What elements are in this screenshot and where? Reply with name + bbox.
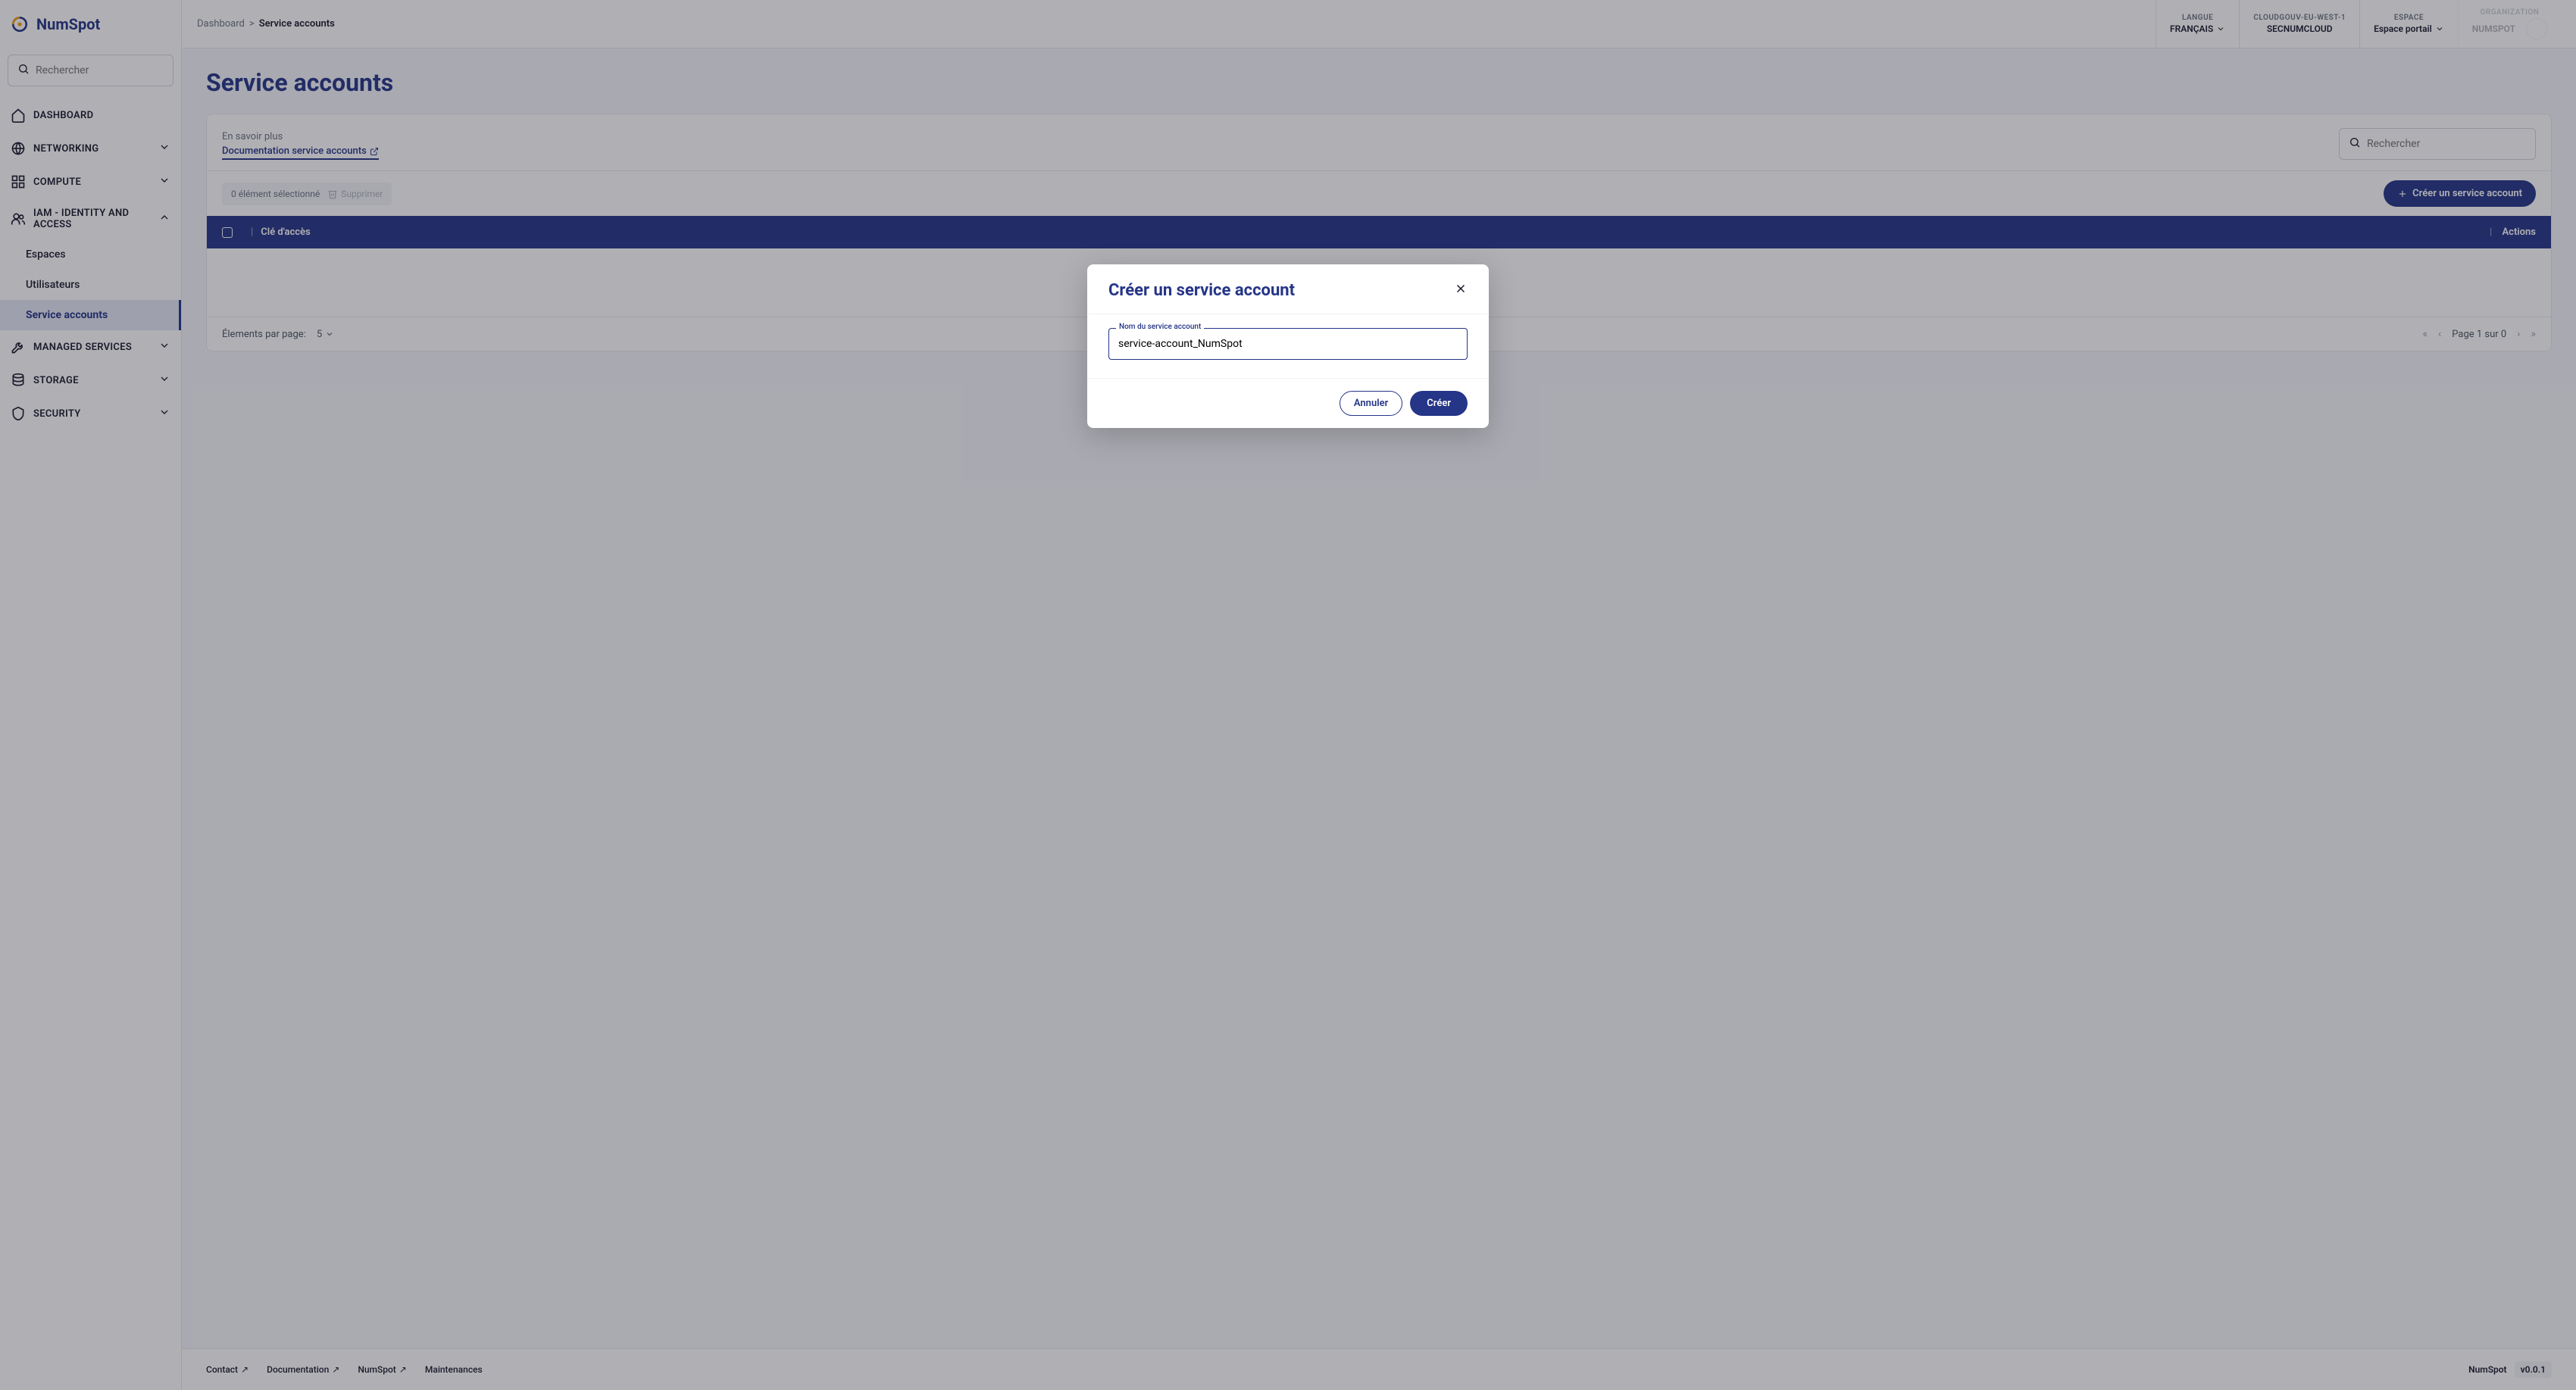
service-account-name-field: Nom du service account bbox=[1108, 328, 1468, 360]
modal-body: Nom du service account bbox=[1087, 314, 1489, 379]
modal-overlay[interactable]: Créer un service account Nom du service … bbox=[0, 0, 2576, 1390]
modal-title: Créer un service account bbox=[1108, 281, 1295, 300]
field-label: Nom du service account bbox=[1116, 323, 1204, 331]
close-icon bbox=[1454, 282, 1468, 295]
cancel-button[interactable]: Annuler bbox=[1340, 391, 1402, 416]
create-button[interactable]: Créer bbox=[1410, 391, 1468, 416]
modal-foot: Annuler Créer bbox=[1087, 379, 1489, 428]
service-account-name-input[interactable] bbox=[1108, 328, 1468, 360]
modal-close-button[interactable] bbox=[1454, 281, 1468, 299]
create-service-account-modal: Créer un service account Nom du service … bbox=[1087, 264, 1489, 428]
modal-head: Créer un service account bbox=[1087, 264, 1489, 314]
